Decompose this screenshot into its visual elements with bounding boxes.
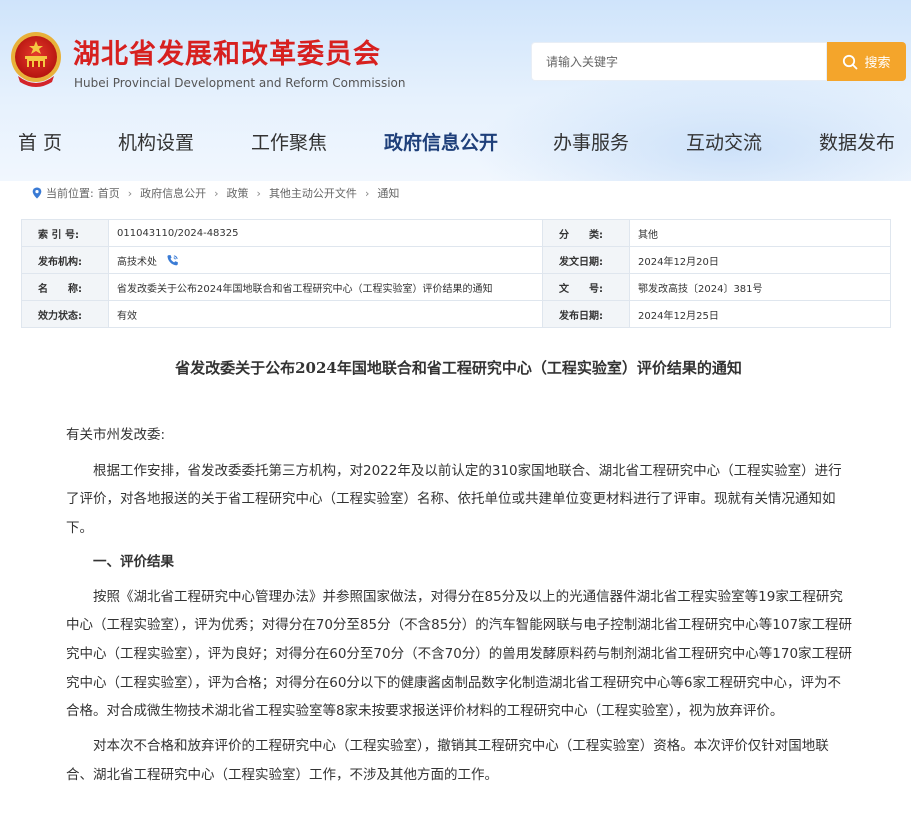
breadcrumb-notice[interactable]: 通知 [377, 185, 399, 201]
site-subtitle: Hubei Provincial Development and Reform … [74, 76, 406, 90]
article-body: 有关市州发改委: 根据工作安排，省发改委委托第三方机构，对2022年及以前认定的… [66, 421, 854, 789]
section-heading: 一、评价结果 [93, 553, 174, 570]
meta-label: 发布机构: [21, 246, 109, 274]
table-row: 发布机构: 高技术处 发文日期: 2024年12月20日 [21, 246, 891, 274]
table-row: 效力状态: 有效 发布日期: 2024年12月25日 [21, 300, 891, 328]
national-emblem-icon [11, 32, 61, 87]
search-input[interactable] [532, 43, 830, 80]
paragraph: 对本次不合格和放弃评价的工程研究中心（工程实验室），撤销其工程研究中心（工程实验… [66, 738, 829, 783]
breadcrumb-other-docs[interactable]: 其他主动公开文件 [269, 185, 357, 201]
nav-services[interactable]: 办事服务 [553, 128, 629, 155]
meta-label: 发布日期: [542, 300, 630, 328]
search-icon [843, 54, 858, 69]
chevron-right-icon: › [127, 186, 133, 200]
meta-label: 文 号: [542, 273, 630, 301]
table-row: 名 称: 省发改委关于公布2024年国地联合和省工程研究中心（工程实验室）评价结… [21, 273, 891, 301]
meta-value: 鄂发改高技〔2024〕381号 [629, 273, 891, 301]
meta-label: 分 类: [542, 219, 630, 247]
breadcrumb-gov-info[interactable]: 政府信息公开 [140, 185, 206, 201]
location-pin-icon [32, 187, 42, 199]
meta-value: 其他 [629, 219, 891, 247]
nav-organization[interactable]: 机构设置 [118, 128, 194, 155]
paragraph: 按照《湖北省工程研究中心管理办法》并参照国家做法，对得分在85分及以上的光通信器… [66, 588, 853, 720]
meta-label: 索 引 号: [21, 219, 109, 247]
nav-gov-info[interactable]: 政府信息公开 [384, 128, 498, 155]
salutation: 有关市州发改委: [66, 427, 166, 443]
breadcrumb-home[interactable]: 首页 [98, 185, 120, 201]
content-area: 当前位置: 首页 › 政府信息公开 › 政策 › 其他主动公开文件 › 通知 索… [6, 181, 911, 819]
nav-interaction[interactable]: 互动交流 [686, 128, 762, 155]
nav-home[interactable]: 首 页 [18, 128, 62, 155]
search-box [531, 42, 830, 81]
issuer-value: 高技术处 [117, 256, 157, 268]
site-title[interactable]: 湖北省发展和改革委员会 [73, 32, 381, 71]
meta-label: 发文日期: [542, 246, 630, 274]
nav-data-release[interactable]: 数据发布 [819, 128, 895, 155]
site-header: 湖北省发展和改革委员会 Hubei Provincial Development… [0, 0, 911, 181]
breadcrumb-policy[interactable]: 政策 [227, 185, 249, 201]
meta-value: 2024年12月25日 [629, 300, 891, 328]
phone-icon[interactable] [166, 254, 179, 267]
search-button-label: 搜索 [864, 56, 891, 71]
main-nav: 首 页 机构设置 工作聚焦 政府信息公开 办事服务 互动交流 数据发布 [0, 128, 911, 162]
meta-label: 效力状态: [21, 300, 109, 328]
breadcrumb: 当前位置: 首页 › 政府信息公开 › 政策 › 其他主动公开文件 › 通知 [32, 185, 399, 201]
meta-label: 名 称: [21, 273, 109, 301]
meta-value: 高技术处 [108, 246, 543, 274]
nav-work-focus[interactable]: 工作聚焦 [251, 128, 327, 155]
meta-value: 011043110/2024-48325 [108, 219, 543, 247]
chevron-right-icon: › [364, 186, 370, 200]
table-row: 索 引 号: 011043110/2024-48325 分 类: 其他 [21, 219, 891, 247]
chevron-right-icon: › [214, 186, 219, 200]
document-meta-table: 索 引 号: 011043110/2024-48325 分 类: 其他 发布机构… [21, 219, 891, 328]
meta-value: 2024年12月20日 [629, 246, 891, 274]
meta-value: 省发改委关于公布2024年国地联合和省工程研究中心（工程实验室）评价结果的通知 [108, 273, 543, 301]
breadcrumb-prefix: 当前位置: [46, 187, 94, 200]
article-title: 省发改委关于公布2024年国地联合和省工程研究中心（工程实验室）评价结果的通知 [175, 359, 742, 377]
paragraph: 根据工作安排，省发改委委托第三方机构，对2022年及以前认定的310家国地联合、… [66, 462, 842, 537]
meta-value: 有效 [108, 300, 543, 328]
chevron-right-icon: › [256, 186, 261, 200]
search-button[interactable]: 搜索 [827, 42, 906, 81]
